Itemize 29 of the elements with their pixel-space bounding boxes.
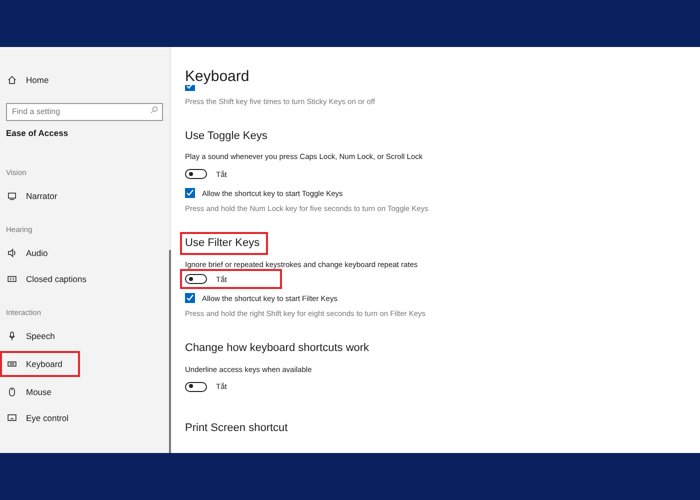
nav-icon [7, 248, 17, 258]
section-heading: Use Toggle Keys [184, 128, 268, 144]
toggle-switch[interactable] [185, 169, 207, 180]
nav-item[interactable]: Eye control [6, 409, 73, 427]
nav-item[interactable]: Narrator [6, 187, 62, 205]
page-title: Keyboard [185, 69, 250, 86]
nav-icon [7, 191, 17, 201]
section-heading: Change how keyboard shortcuts work [184, 341, 370, 356]
nav-icon [7, 413, 17, 423]
section-heading: Use Filter Keys [182, 234, 266, 254]
section-title: Ease of Access [6, 128, 70, 138]
toggle-switch[interactable] [185, 274, 207, 284]
nav-icon [7, 387, 17, 397]
home-icon [7, 75, 17, 85]
nav-item[interactable]: Keyboard [2, 353, 78, 375]
nav-item[interactable]: Audio [6, 244, 52, 262]
toggle-switch[interactable] [185, 382, 207, 392]
section-heading: Print Screen shortcut [184, 420, 289, 436]
search-icon [150, 106, 158, 114]
nav-icon [7, 274, 17, 284]
home-nav-item[interactable]: Home [6, 71, 53, 89]
nav-item[interactable]: Closed captions [6, 270, 90, 288]
nav-icon [7, 331, 17, 341]
nav-icon [7, 359, 17, 369]
checkbox[interactable] [185, 188, 195, 198]
checkbox[interactable] [185, 293, 195, 304]
search-field[interactable]: Find a setting [6, 102, 163, 120]
nav-item[interactable]: Mouse [6, 383, 56, 401]
nav-item[interactable]: Speech [6, 327, 59, 345]
